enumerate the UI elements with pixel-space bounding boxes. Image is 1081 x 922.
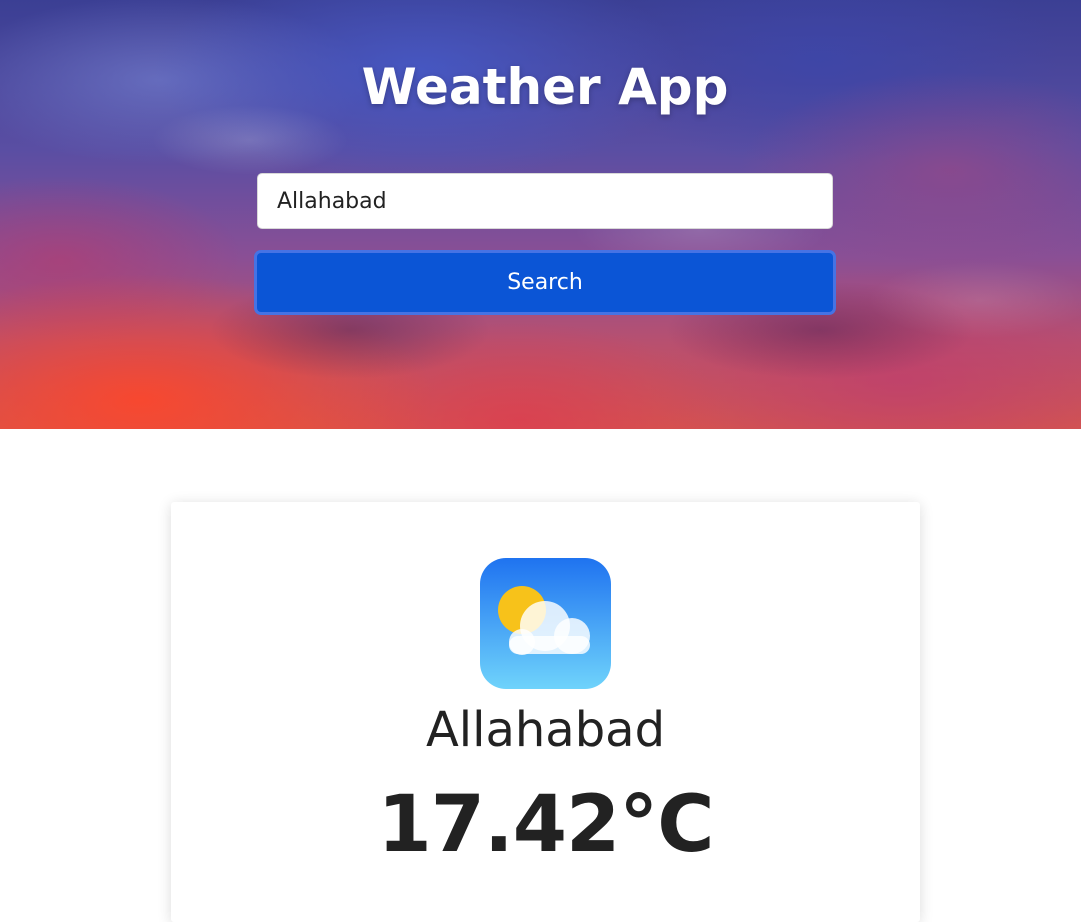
temperature-value: 17.42°C (377, 780, 715, 870)
hero-background: Weather App Search (0, 0, 1081, 429)
city-search-input[interactable] (257, 173, 833, 229)
city-name: Allahabad (425, 702, 666, 758)
page-title: Weather App (361, 58, 729, 116)
partly-cloudy-icon (480, 558, 611, 689)
search-button[interactable]: Search (254, 250, 836, 315)
weather-card: Allahabad 17.42°C (171, 502, 920, 922)
